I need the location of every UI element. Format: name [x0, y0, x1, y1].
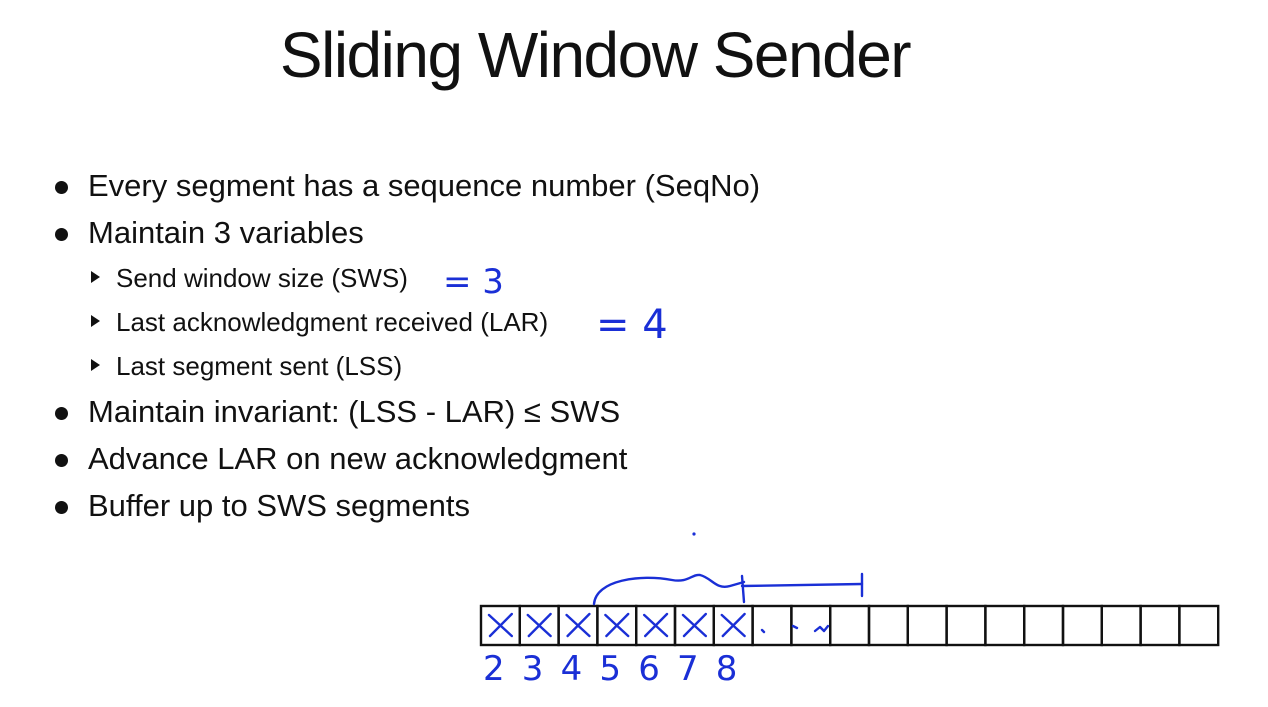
- segment-number: 6: [638, 649, 660, 689]
- ink-dot: [692, 532, 696, 536]
- scribble-mark: [813, 624, 830, 633]
- scribble-mark: [791, 624, 799, 630]
- cross-mark: [487, 612, 513, 638]
- sws-value-annotation: = 3: [443, 262, 504, 302]
- buffer-cell: [751, 604, 793, 647]
- window-brace: [592, 573, 746, 606]
- buffer-cell: [867, 604, 909, 647]
- segment-number: 8: [716, 649, 738, 689]
- buffer-strip: [479, 604, 1220, 647]
- cross-mark: [565, 612, 591, 638]
- window-range-left-tick: [740, 574, 746, 604]
- scribble-mark: [760, 628, 766, 634]
- cross-mark: [526, 612, 552, 638]
- segment-number: 4: [561, 649, 583, 689]
- segment-number: 3: [522, 649, 544, 689]
- segment-number: 2: [483, 649, 505, 689]
- segment-number: 7: [677, 649, 699, 689]
- buffer-cell: [1022, 604, 1065, 647]
- buffer-cell: [984, 604, 1026, 647]
- buffer-cell: [1100, 604, 1142, 647]
- buffer-cell: [906, 604, 948, 647]
- buffer-cell: [1139, 604, 1181, 647]
- cross-mark: [681, 612, 707, 638]
- buffer-cell: [829, 604, 871, 647]
- handwritten-annotations: = 3 = 4 2345678: [443, 262, 1220, 689]
- cross-mark: [604, 612, 630, 638]
- lar-value-annotation: = 4: [596, 302, 668, 348]
- buffer-cell: [1178, 604, 1220, 647]
- segment-number: 5: [599, 649, 621, 689]
- cross-mark: [643, 612, 669, 638]
- cross-mark: [720, 612, 746, 638]
- buffer-cell: [1061, 604, 1103, 647]
- segment-number-labels: 2345678: [483, 649, 737, 689]
- buffer-cell: [945, 604, 987, 647]
- buffer-cell: [790, 604, 832, 647]
- window-range-line: [740, 582, 864, 588]
- cell-marks: [487, 612, 746, 638]
